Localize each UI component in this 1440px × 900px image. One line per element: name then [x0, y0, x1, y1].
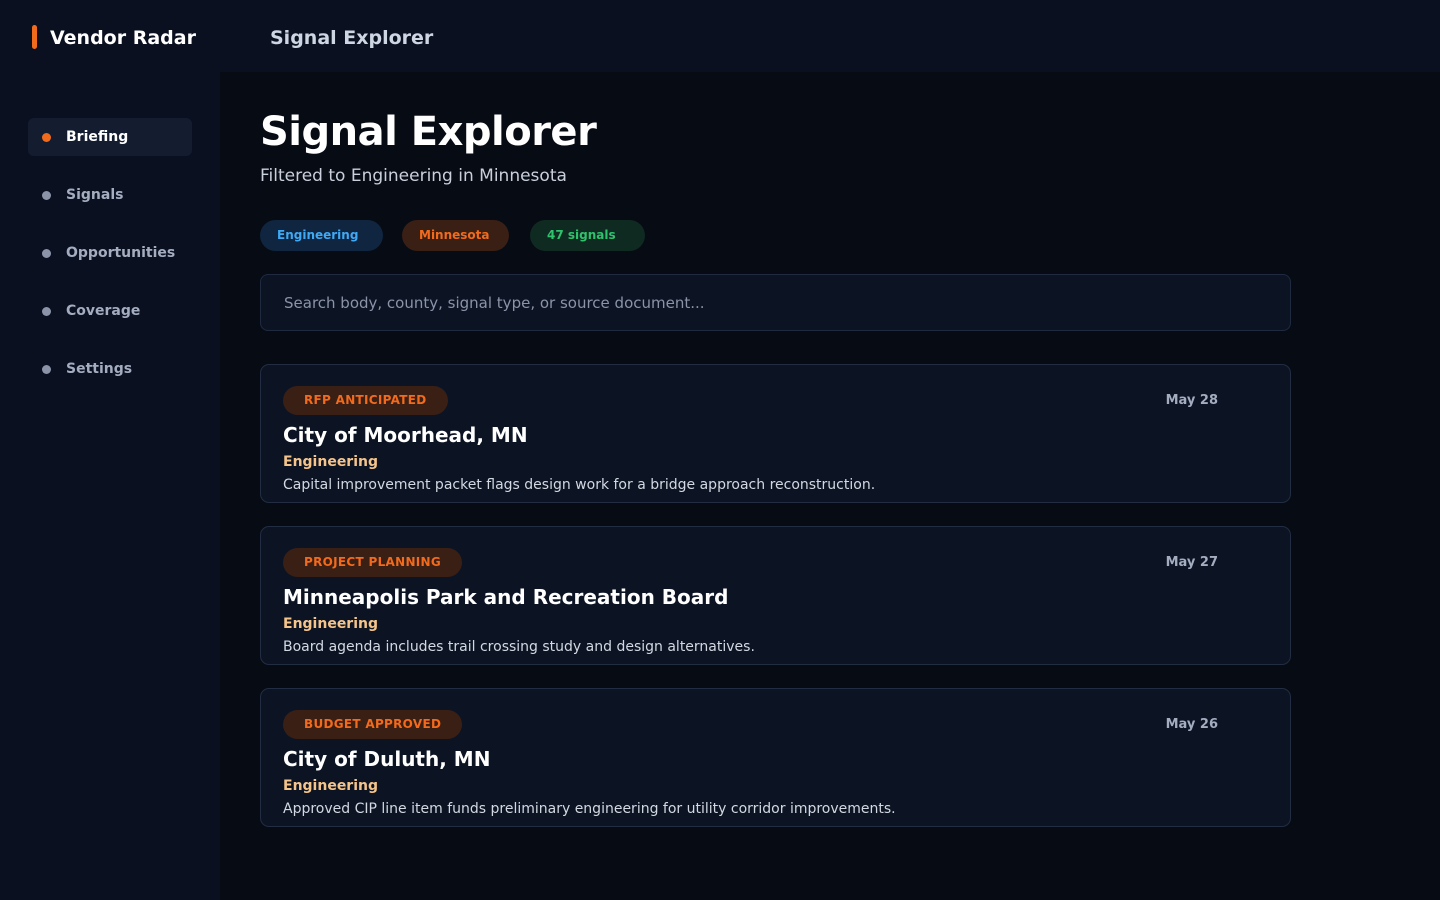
signal-date: May 27 [1165, 555, 1218, 570]
sidebar-item-signals[interactable]: Signals [28, 176, 192, 214]
active-dot-icon [42, 133, 51, 142]
signal-description: Approved CIP line item funds preliminary… [283, 801, 896, 817]
signal-category: Engineering [283, 454, 378, 470]
signal-type-badge: RFP ANTICIPATED [283, 386, 448, 415]
signal-card[interactable]: BUDGET APPROVED May 26 City of Duluth, M… [260, 688, 1291, 827]
filter-chip-category[interactable]: Engineering [260, 220, 383, 251]
signal-date: May 28 [1165, 393, 1218, 408]
signal-card[interactable]: PROJECT PLANNING May 27 Minneapolis Park… [260, 526, 1291, 665]
sidebar-item-label: Briefing [66, 129, 129, 145]
sidebar-item-label: Signals [66, 187, 124, 203]
signal-date: May 26 [1165, 717, 1218, 732]
sidebar-item-settings[interactable]: Settings [28, 350, 192, 388]
signal-count-badge: 47 signals [530, 220, 645, 251]
dot-icon [42, 249, 51, 258]
signal-title: Minneapolis Park and Recreation Board [283, 585, 729, 609]
signal-title: City of Moorhead, MN [283, 423, 528, 447]
sidebar-item-label: Settings [66, 361, 133, 377]
signal-category: Engineering [283, 616, 378, 632]
signal-card[interactable]: RFP ANTICIPATED May 28 City of Moorhead,… [260, 364, 1291, 503]
page-title: Signal Explorer [260, 109, 597, 155]
signal-type-badge: PROJECT PLANNING [283, 548, 463, 577]
signal-type-badge: BUDGET APPROVED [283, 710, 463, 739]
top-bar: Vendor Radar Signal Explorer [0, 0, 1440, 72]
dot-icon [42, 365, 51, 374]
brand-name[interactable]: Vendor Radar [50, 25, 196, 51]
signal-title: City of Duluth, MN [283, 747, 491, 771]
page-subtitle: Filtered to Engineering in Minnesota [260, 166, 567, 186]
dot-icon [42, 307, 51, 316]
signal-category: Engineering [283, 778, 378, 794]
dot-icon [42, 191, 51, 200]
sidebar: Briefing Signals Opportunities Coverage … [0, 72, 220, 900]
sidebar-item-coverage[interactable]: Coverage [28, 292, 192, 330]
brand-accent-bar [32, 25, 37, 49]
search-input[interactable] [260, 274, 1291, 331]
sidebar-item-briefing[interactable]: Briefing [28, 118, 192, 156]
filter-chip-state[interactable]: Minnesota [402, 220, 509, 251]
header-title: Signal Explorer [270, 27, 434, 49]
signal-description: Board agenda includes trail crossing stu… [283, 639, 755, 655]
sidebar-item-label: Opportunities [66, 245, 176, 261]
signal-description: Capital improvement packet flags design … [283, 477, 876, 493]
sidebar-item-label: Coverage [66, 303, 141, 319]
sidebar-item-opportunities[interactable]: Opportunities [28, 234, 192, 272]
